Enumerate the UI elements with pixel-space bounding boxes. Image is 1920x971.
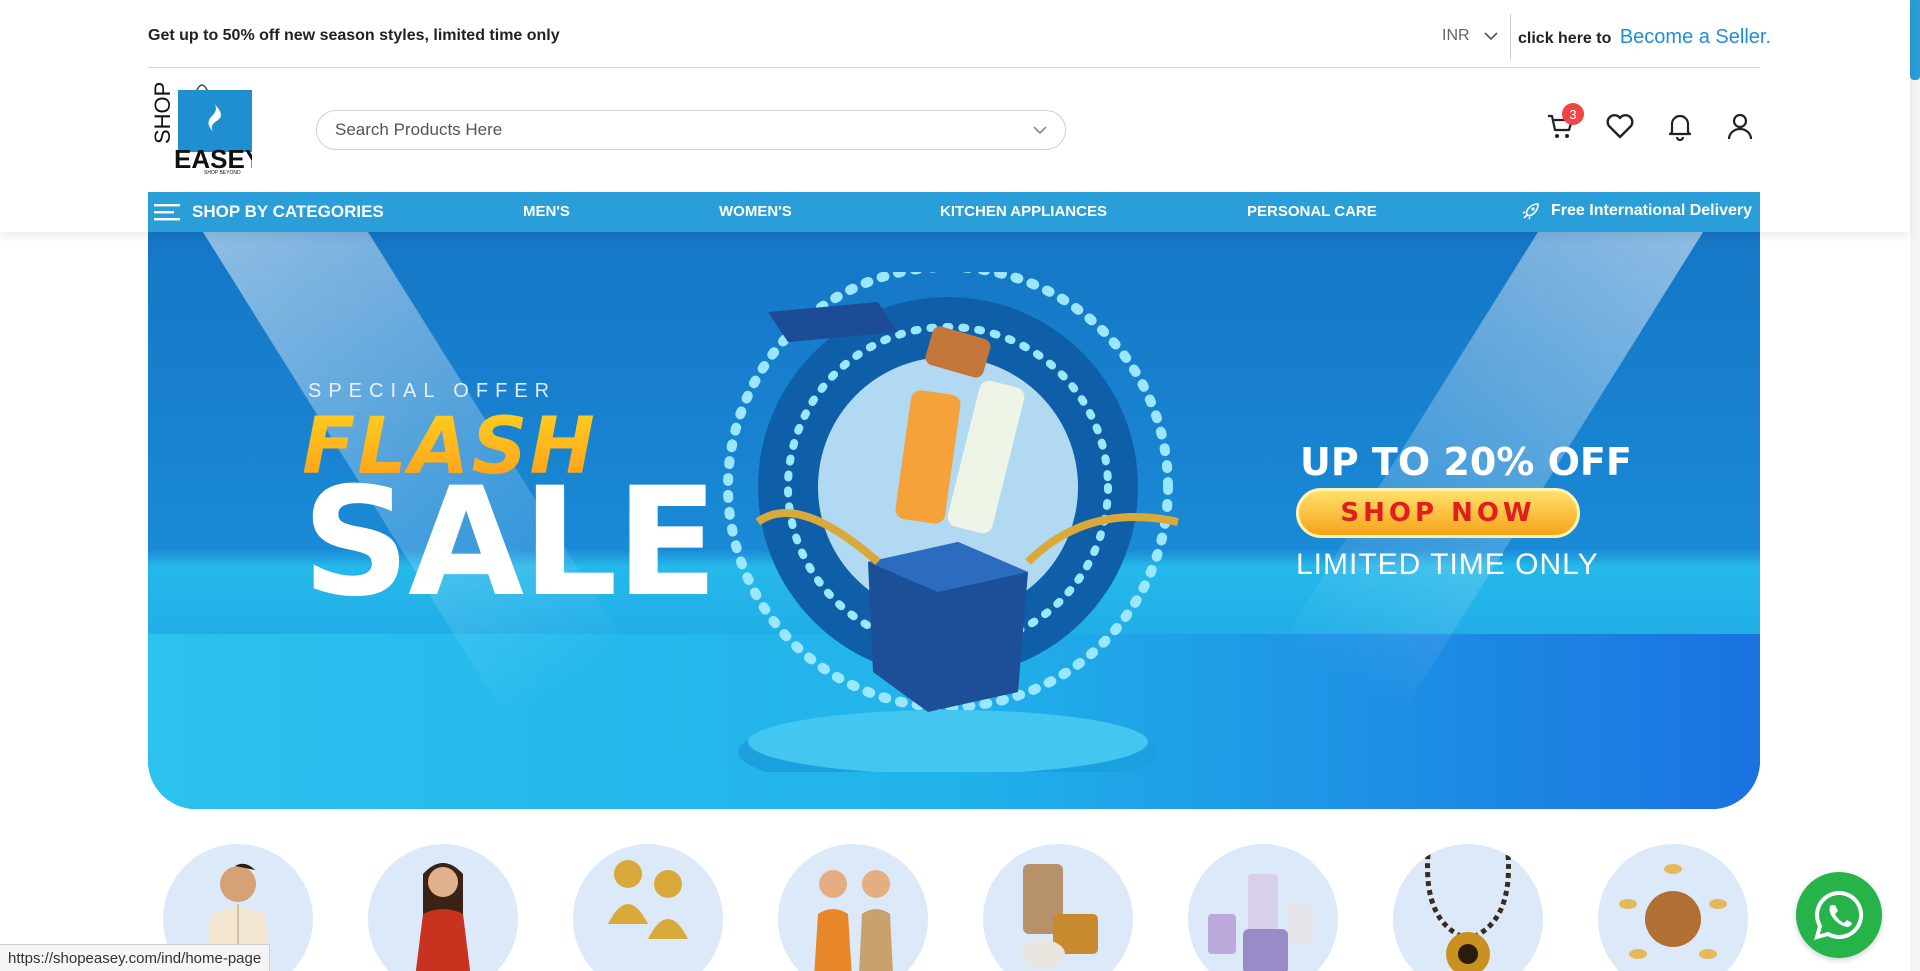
- currency-label: INR: [1442, 27, 1470, 44]
- sale-text: SALE: [302, 456, 718, 630]
- limited-time-text: LIMITED TIME ONLY: [1296, 548, 1599, 581]
- scrollbar-thumb[interactable]: [1910, 0, 1920, 80]
- top-bar: Get up to 50% off new season styles, lim…: [148, 0, 1771, 68]
- category-women-dress[interactable]: [368, 844, 518, 971]
- svg-text:SHOP BEYOND: SHOP BEYOND: [204, 170, 241, 174]
- site-header: Get up to 50% off new season styles, lim…: [0, 0, 1910, 232]
- rocket-icon: [1522, 203, 1539, 220]
- category-carousel: [163, 844, 1748, 971]
- dry-fruits-image: [1619, 864, 1727, 959]
- notifications-button[interactable]: [1664, 110, 1696, 142]
- kids-image: [814, 870, 893, 971]
- divider: [1510, 14, 1511, 60]
- become-seller-link[interactable]: Become a Seller.: [1620, 26, 1771, 48]
- search-input[interactable]: [335, 120, 1033, 140]
- search-bar[interactable]: [316, 110, 1066, 150]
- seller-cta: click here to Become a Seller.: [1518, 26, 1771, 49]
- shop-easey-logo[interactable]: SHOP EASEY SHOP BEYOND: [150, 78, 262, 176]
- bell-icon: [1668, 114, 1692, 141]
- delivery-label: Free International Delivery: [1551, 202, 1752, 219]
- chevron-down-icon: [1483, 32, 1498, 41]
- women-dress-image: [415, 863, 471, 971]
- whatsapp-icon: [1814, 890, 1864, 940]
- shop-now-label: SHOP NOW: [1340, 498, 1536, 528]
- category-kids[interactable]: [778, 844, 928, 971]
- header-actions: 3: [1544, 103, 1756, 142]
- heart-icon: [1606, 114, 1634, 139]
- promo-text: Get up to 50% off new season styles, lim…: [148, 27, 560, 44]
- category-dry-fruits[interactable]: [1598, 844, 1748, 971]
- wishlist-button[interactable]: [1604, 110, 1636, 142]
- seller-prefix: click here to: [1518, 30, 1612, 47]
- category-mixer-grinder[interactable]: [1188, 844, 1338, 971]
- nav-link-personal-care[interactable]: PERSONAL CARE: [1247, 203, 1377, 220]
- cart-count-badge: 3: [1562, 103, 1584, 125]
- main-nav: SHOP BY CATEGORIES MEN'S WOMEN'S KITCHEN…: [148, 192, 1760, 232]
- category-earrings[interactable]: [573, 844, 723, 971]
- whatsapp-chat-button[interactable]: [1796, 872, 1882, 958]
- page-scrollbar[interactable]: [1910, 0, 1920, 971]
- categories-label: SHOP BY CATEGORIES: [192, 202, 384, 221]
- discount-text: UP TO 20% OFF: [1300, 440, 1632, 484]
- svg-text:SHOP: SHOP: [152, 82, 175, 144]
- chevron-down-icon[interactable]: [1033, 125, 1047, 135]
- category-necklace[interactable]: [1393, 844, 1543, 971]
- currency-selector[interactable]: INR: [1442, 27, 1498, 45]
- earrings-image: [608, 860, 688, 939]
- soap-image: [1021, 864, 1098, 968]
- free-delivery-notice: Free International Delivery: [1521, 201, 1752, 221]
- gift-box-illustration: [723, 272, 1179, 772]
- mixer-grinder-image: [1208, 874, 1313, 971]
- category-soap[interactable]: [983, 844, 1133, 971]
- nav-link-kitchen-appliances[interactable]: KITCHEN APPLIANCES: [940, 203, 1107, 220]
- special-offer-text: SPECIAL OFFER: [308, 380, 557, 402]
- page: Get up to 50% off new season styles, lim…: [0, 0, 1910, 971]
- user-icon: [1727, 113, 1753, 140]
- nav-link-mens[interactable]: MEN'S: [523, 203, 570, 220]
- nav-link-womens[interactable]: WOMEN'S: [719, 203, 792, 220]
- hamburger-menu-icon: [154, 204, 180, 221]
- necklace-image: [1425, 853, 1511, 971]
- shop-now-button[interactable]: SHOP NOW: [1296, 488, 1580, 538]
- browser-status-url: https://shopeasey.com/ind/home-page: [0, 944, 271, 971]
- flash-sale-banner[interactable]: SPECIAL OFFER FLASH SALE UP TO 20% OFF S…: [148, 232, 1760, 809]
- account-button[interactable]: [1724, 110, 1756, 142]
- shop-by-categories-menu[interactable]: SHOP BY CATEGORIES: [148, 202, 468, 222]
- cart-button[interactable]: 3: [1544, 103, 1584, 142]
